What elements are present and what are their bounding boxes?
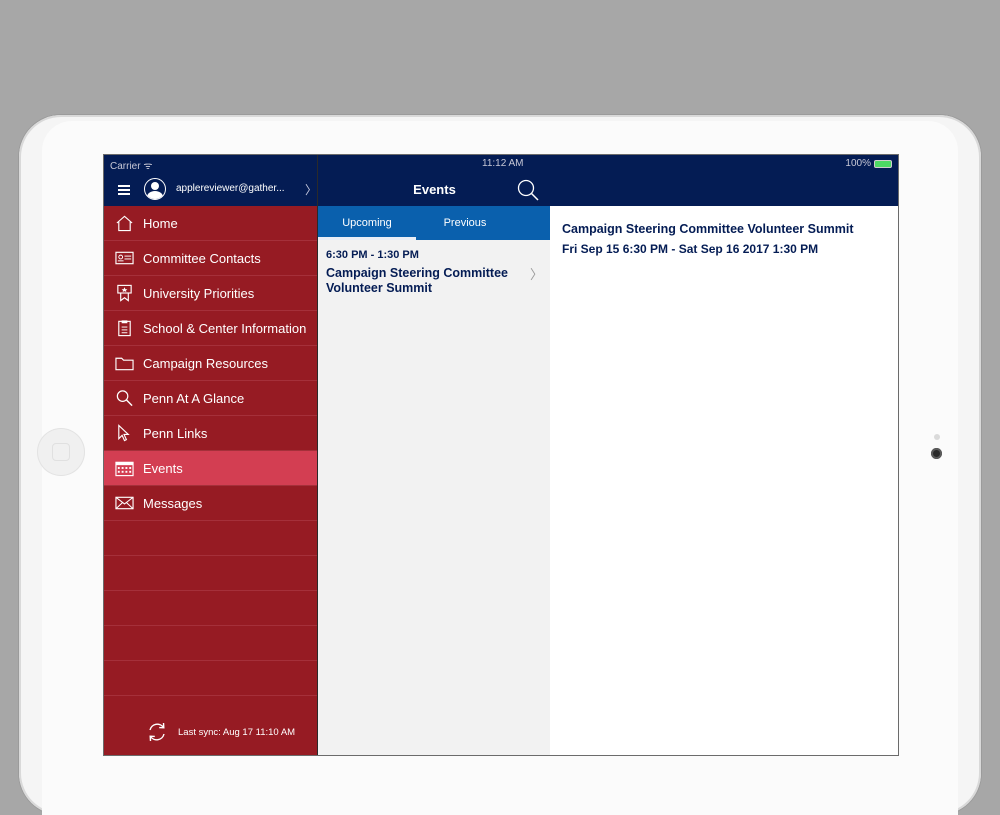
clipboard-icon xyxy=(118,320,131,337)
empty-row xyxy=(104,591,317,626)
tab-previous[interactable]: Previous xyxy=(416,206,514,240)
search-icon[interactable] xyxy=(517,179,539,201)
empty-row xyxy=(104,521,317,556)
last-sync-text: Last sync: Aug 17 11:10 AM xyxy=(178,727,296,738)
sync-icon[interactable] xyxy=(146,721,168,743)
status-time: 11:12 AM xyxy=(482,158,524,169)
user-email[interactable]: applereviewer@gather... xyxy=(176,183,296,194)
app-screen: applereviewer@gather... 〉 Home Committee… xyxy=(103,154,899,756)
sync-status: Last sync: Aug 17 11:10 AM xyxy=(104,717,317,747)
sidebar-item-label: Penn At A Glance xyxy=(143,391,245,406)
contact-card-icon xyxy=(115,251,134,265)
camera xyxy=(931,448,942,459)
sidebar-item-label: Campaign Resources xyxy=(143,356,269,371)
sidebar-item-label: Penn Links xyxy=(143,426,208,441)
event-detail-date: Fri Sep 15 6:30 PM - Sat Sep 16 2017 1:3… xyxy=(562,242,819,256)
sidebar-item-penn-at-a-glance[interactable]: Penn At A Glance xyxy=(104,381,317,416)
home-icon xyxy=(116,215,133,232)
pointer-icon xyxy=(118,424,130,442)
carrier-label: Carrier ᯤ xyxy=(110,161,153,172)
empty-row xyxy=(104,556,317,591)
sidebar-item-label: Events xyxy=(143,461,183,476)
hamburger-menu-icon[interactable] xyxy=(118,185,130,195)
sidebar-item-messages[interactable]: Messages xyxy=(104,486,317,521)
event-detail-pane: Campaign Steering Committee Volunteer Su… xyxy=(550,155,898,755)
sidebar-item-penn-links[interactable]: Penn Links xyxy=(104,416,317,451)
event-title: Campaign Steering Committee Volunteer Su… xyxy=(326,266,508,295)
sidebar-item-label: Committee Contacts xyxy=(143,251,261,266)
sidebar-item-school-center-information[interactable]: School & Center Information xyxy=(104,311,317,346)
sidebar-item-university-priorities[interactable]: University Priorities xyxy=(104,276,317,311)
sidebar-item-events[interactable]: Events xyxy=(104,451,317,486)
folder-icon xyxy=(115,357,134,371)
sidebar-item-label: School & Center Information xyxy=(143,321,307,336)
empty-row xyxy=(104,626,317,661)
sensor-dot xyxy=(934,434,940,440)
sidebar-item-home[interactable]: Home xyxy=(104,206,317,241)
status-bar: Carrier ᯤ 11:12 AM 100% xyxy=(104,155,898,173)
empty-row xyxy=(104,661,317,696)
list-item[interactable]: 6:30 PM - 1:30 PM Campaign Steering Comm… xyxy=(318,240,551,298)
calendar-icon xyxy=(115,461,134,477)
battery-indicator: 100% xyxy=(845,158,892,169)
award-ribbon-icon xyxy=(117,284,132,302)
sidebar: applereviewer@gather... 〉 Home Committee… xyxy=(104,155,317,755)
event-time: 6:30 PM - 1:30 PM xyxy=(326,249,419,261)
events-list-pane: Events Upcoming Previous 6:30 PM - 1:30 … xyxy=(317,155,552,755)
sidebar-item-campaign-resources[interactable]: Campaign Resources xyxy=(104,346,317,381)
magnifier-icon xyxy=(116,390,133,407)
sidebar-menu: Home Committee Contacts University Prior… xyxy=(104,206,317,696)
battery-percent: 100% xyxy=(845,158,871,169)
sidebar-item-label: Home xyxy=(143,216,178,231)
battery-icon xyxy=(874,159,892,168)
events-tabs: Upcoming Previous xyxy=(318,206,551,240)
chevron-right-icon: 〉 xyxy=(530,267,544,282)
avatar-icon[interactable] xyxy=(144,178,166,200)
event-detail-title: Campaign Steering Committee Volunteer Su… xyxy=(562,222,854,236)
sidebar-item-committee-contacts[interactable]: Committee Contacts xyxy=(104,241,317,276)
envelope-icon xyxy=(115,496,134,510)
chevron-right-icon[interactable]: 〉 xyxy=(305,181,317,198)
home-button[interactable] xyxy=(37,428,85,476)
sidebar-item-label: University Priorities xyxy=(143,286,255,301)
sidebar-item-label: Messages xyxy=(143,496,203,511)
tab-upcoming[interactable]: Upcoming xyxy=(318,206,416,240)
